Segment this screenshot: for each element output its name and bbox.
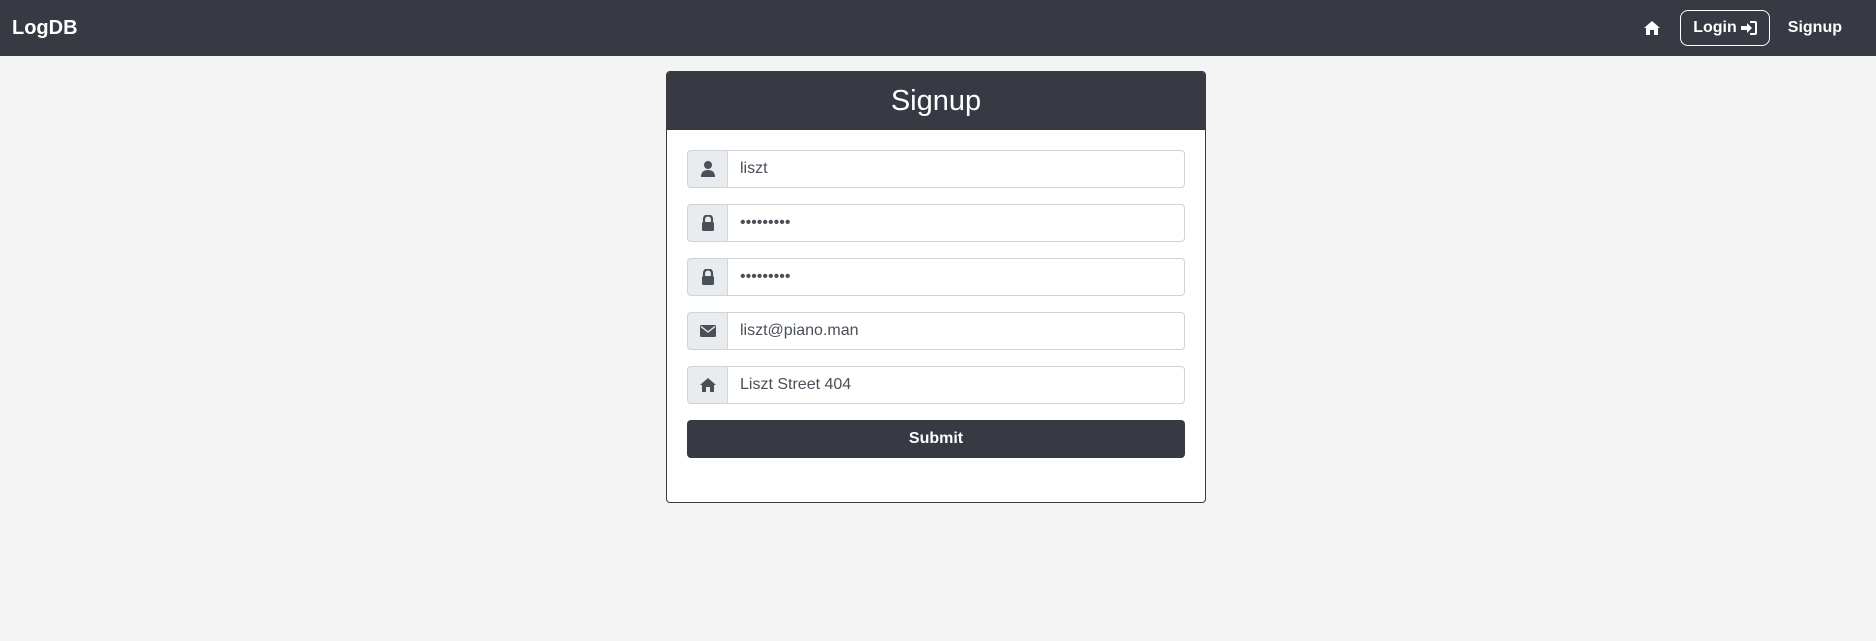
brand-logo[interactable]: LogDB <box>12 17 78 40</box>
username-group <box>687 150 1185 188</box>
nav-links: Login Signup <box>1632 8 1864 48</box>
email-group <box>687 312 1185 350</box>
confirm-password-input[interactable] <box>727 258 1185 296</box>
nav-signup-link[interactable]: Signup <box>1770 19 1864 37</box>
lock-icon <box>687 258 727 296</box>
login-button[interactable]: Login <box>1680 10 1770 46</box>
lock-icon <box>687 204 727 242</box>
nav-home-link[interactable] <box>1632 8 1672 48</box>
home-icon <box>1644 21 1661 35</box>
submit-button[interactable]: Submit <box>687 420 1185 458</box>
address-input[interactable] <box>727 366 1185 404</box>
confirm-password-group <box>687 258 1185 296</box>
envelope-icon <box>687 312 727 350</box>
navbar: LogDB Login Signup <box>0 0 1876 56</box>
signup-card: Signup liszt ••••••••• ••••••••• liszt@p… <box>666 71 1206 503</box>
home-icon <box>687 366 727 404</box>
password-input[interactable] <box>727 204 1185 242</box>
signup-form: Submit <box>667 130 1205 458</box>
password-group <box>687 204 1185 242</box>
user-icon <box>687 150 727 188</box>
login-label: Login <box>1693 19 1737 36</box>
email-input[interactable] <box>727 312 1185 350</box>
sign-in-icon <box>1740 21 1757 35</box>
address-group <box>687 366 1185 404</box>
card-title: Signup <box>667 72 1205 130</box>
username-input[interactable] <box>727 150 1185 188</box>
